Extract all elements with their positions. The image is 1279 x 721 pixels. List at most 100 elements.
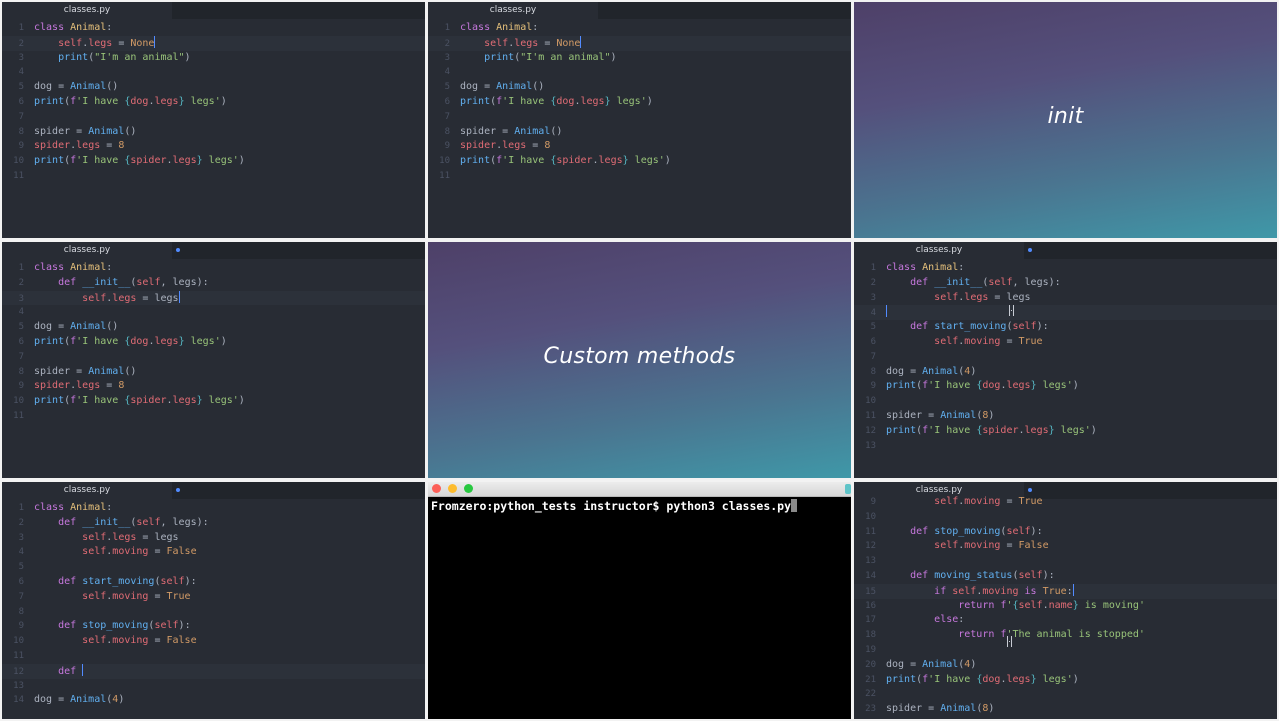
code-line[interactable]: 11 def stop_moving(self):: [854, 525, 1277, 540]
code-line[interactable]: 15 if self.moving is True:: [854, 583, 1277, 599]
code-line[interactable]: 10 print(f'I have {spider.legs} legs'): [428, 154, 851, 169]
code-line[interactable]: 3 print("I'm an animal"): [2, 51, 425, 66]
code-area[interactable]: 9 self.moving = True 10 11 def stop_moving…: [854, 495, 1277, 719]
code-line[interactable]: 4: [2, 305, 425, 320]
code-line[interactable]: 3 self.legs = legs: [854, 291, 1277, 306]
code-line[interactable]: 11 spider = Animal(8): [854, 409, 1277, 424]
code-line[interactable]: 11: [2, 409, 425, 424]
code-line[interactable]: 5 dog = Animal(): [428, 80, 851, 95]
code-line[interactable]: 8 spider = Animal(): [2, 365, 425, 380]
code-line[interactable]: 5: [2, 560, 425, 575]
code-line[interactable]: 20 dog = Animal(4): [854, 658, 1277, 673]
tab-classes-py[interactable]: classes.py: [428, 2, 598, 19]
code-line[interactable]: 4: [428, 65, 851, 80]
code-line[interactable]: 4: [2, 65, 425, 80]
code-line[interactable]: 3 self.legs = legs: [2, 531, 425, 546]
code-line[interactable]: 8: [2, 605, 425, 620]
code-line[interactable]: 21 print(f'I have {dog.legs} legs'): [854, 673, 1277, 688]
scroll-indicator[interactable]: [845, 484, 851, 494]
terminal-prompt-line[interactable]: Fromzero:python_tests instructor$ python…: [431, 499, 798, 513]
code-line[interactable]: 12 def: [2, 663, 425, 679]
code-token: dog =: [34, 321, 71, 333]
code-line[interactable]: 17 else:: [854, 613, 1277, 628]
code-line[interactable]: 14 dog = Animal(4): [2, 693, 425, 708]
code-line[interactable]: 1 class Animal:: [2, 21, 425, 36]
code-line[interactable]: 6 print(f'I have {dog.legs} legs'): [2, 95, 425, 110]
code-line[interactable]: 13: [854, 439, 1277, 454]
code-line[interactable]: 2 def __init__(self, legs):: [854, 276, 1277, 291]
code-line[interactable]: 6 def start_moving(self):: [2, 575, 425, 590]
zoom-button[interactable]: [464, 484, 473, 493]
code-area[interactable]: 1 class Animal: 2 def __init__(self, legs)…: [854, 261, 1277, 478]
line-number: 1: [444, 23, 450, 33]
code-line[interactable]: 10 print(f'I have {spider.legs} legs'): [2, 154, 425, 169]
code-line[interactable]: 5 dog = Animal(): [2, 80, 425, 95]
code-line[interactable]: 6 self.moving = True: [854, 335, 1277, 350]
code-line[interactable]: 12 print(f'I have {spider.legs} legs'): [854, 424, 1277, 439]
minimize-button[interactable]: [448, 484, 457, 493]
code-line[interactable]: 5 dog = Animal(): [2, 320, 425, 335]
code-line[interactable]: 1 class Animal:: [854, 261, 1277, 276]
code-line[interactable]: 10 print(f'I have {spider.legs} legs'): [2, 394, 425, 409]
code-line[interactable]: 9 self.moving = True: [854, 495, 1277, 510]
code-line[interactable]: 9 def stop_moving(self):: [2, 619, 425, 634]
code-line[interactable]: 2 self.legs = None: [428, 35, 851, 51]
code-area[interactable]: 1 class Animal: 2 def __init__(self, legs)…: [2, 261, 425, 478]
tab-classes-py[interactable]: classes.py: [854, 242, 1032, 259]
code-line[interactable]: 9 spider.legs = 8: [428, 139, 851, 154]
tab-classes-py[interactable]: classes.py: [2, 242, 180, 259]
code-area[interactable]: 1 class Animal: 2 def __init__(self, legs)…: [2, 501, 425, 719]
code-line[interactable]: 9 print(f'I have {dog.legs} legs'): [854, 379, 1277, 394]
code-line[interactable]: 6 print(f'I have {dog.legs} legs'): [2, 335, 425, 350]
code-line[interactable]: 7 self.moving = True: [2, 590, 425, 605]
code-line[interactable]: 2 def __init__(self, legs):: [2, 276, 425, 291]
code-line[interactable]: 23 spider = Animal(8): [854, 702, 1277, 717]
code-line[interactable]: 3 print("I'm an animal"): [428, 51, 851, 66]
code-line[interactable]: 7: [2, 110, 425, 125]
code-line[interactable]: 1 class Animal:: [2, 501, 425, 516]
code-line[interactable]: 11: [2, 649, 425, 664]
code-line[interactable]: 22: [854, 687, 1277, 702]
code-line[interactable]: 1 class Animal:: [2, 261, 425, 276]
code-line[interactable]: 8 dog = Animal(4): [854, 365, 1277, 380]
close-button[interactable]: [432, 484, 441, 493]
code-line[interactable]: 6 print(f'I have {dog.legs} legs'): [428, 95, 851, 110]
code-line[interactable]: 14 def moving_status(self):: [854, 569, 1277, 584]
code-line[interactable]: 8 spider = Animal(): [2, 125, 425, 140]
line-number: 10: [865, 511, 876, 522]
code-line[interactable]: 11: [428, 169, 851, 184]
code-token: =: [538, 37, 557, 49]
code-line[interactable]: 10 self.moving = False: [2, 634, 425, 649]
code-line[interactable]: 16 return f'{self.name} is moving': [854, 599, 1277, 614]
tab-classes-py[interactable]: classes.py: [2, 2, 172, 19]
code-line[interactable]: 7: [428, 110, 851, 125]
code-line[interactable]: 18 return f'The animal is stopped': [854, 628, 1277, 643]
code-line[interactable]: 3 self.legs = legs: [2, 290, 425, 306]
code-line[interactable]: 5 def start_moving(self):: [854, 320, 1277, 335]
code-line[interactable]: 13: [854, 554, 1277, 569]
code-token: dog: [556, 96, 575, 107]
code-line[interactable]: 4: [854, 305, 1277, 321]
code-line[interactable]: 19: [854, 643, 1277, 658]
code-line[interactable]: 4 self.moving = False: [2, 545, 425, 560]
code-line[interactable]: 2 self.legs = None: [2, 35, 425, 51]
code-line[interactable]: 7: [2, 350, 425, 365]
tab-classes-py[interactable]: classes.py: [2, 482, 180, 499]
code-line[interactable]: 8 spider = Animal(): [428, 125, 851, 140]
code-line[interactable]: 9 spider.legs = 8: [2, 139, 425, 154]
code-area[interactable]: 1 class Animal: 2 self.legs = None 3 print(…: [428, 21, 851, 238]
code-line[interactable]: 13: [2, 679, 425, 694]
code-line[interactable]: 10: [854, 394, 1277, 409]
code-token: legs': [1036, 673, 1073, 685]
code-line[interactable]: 9 spider.legs = 8: [2, 379, 425, 394]
code-line[interactable]: 7: [854, 350, 1277, 365]
code-line[interactable]: 1 class Animal:: [428, 21, 851, 36]
code-line[interactable]: 12 self.moving = False: [854, 539, 1277, 554]
code-line[interactable]: 2 def __init__(self, legs):: [2, 516, 425, 531]
code-line[interactable]: 10: [854, 510, 1277, 525]
code-line[interactable]: 11: [2, 169, 425, 184]
code-area[interactable]: 1 class Animal: 2 self.legs = None 3 print(…: [2, 21, 425, 238]
code-token: Animal: [70, 694, 107, 706]
